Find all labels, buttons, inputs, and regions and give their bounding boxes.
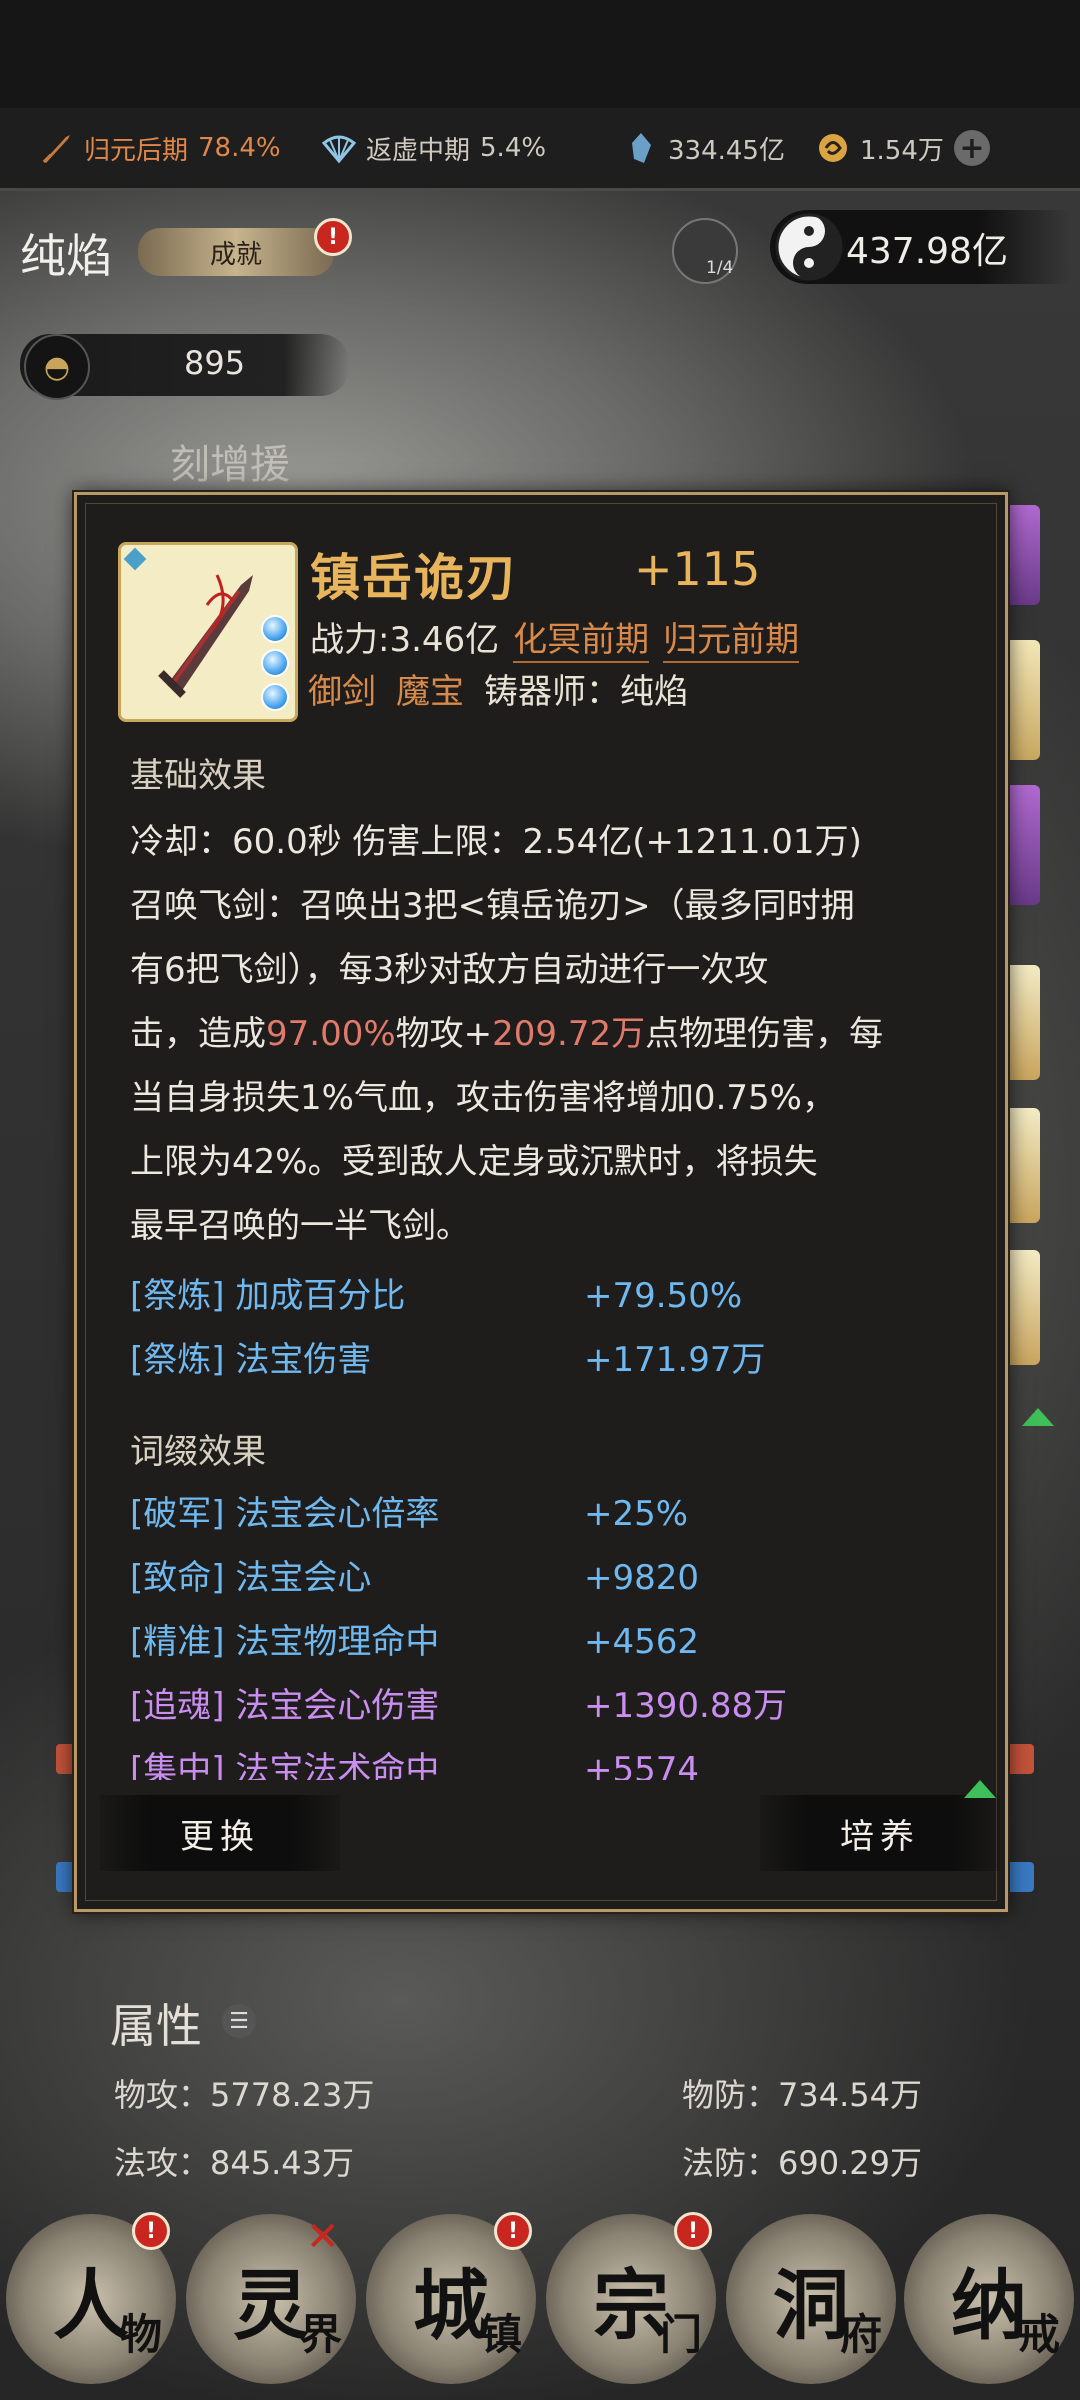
player-name: 纯焰 (20, 229, 112, 283)
desc-line-4: 当自身损失1%气血，攻击伤害将增加0.75%， (130, 1078, 836, 1118)
ling-icon: ◓ (24, 334, 90, 400)
gem-2-icon (261, 649, 289, 677)
crystal-icon (632, 133, 651, 163)
item-icon (118, 542, 298, 722)
item-power-line: 战力:3.46亿 化冥前期 归元前期 (310, 612, 800, 663)
affix-row-1: [破军] 法宝会心倍率 +25% (130, 1494, 689, 1534)
refine-row-1: [祭炼] 加成百分比 +79.50% (130, 1276, 743, 1316)
top-band (0, 0, 1080, 108)
mag-atk: 法攻：845.43万 (114, 2144, 354, 2182)
realm-b: 归元前期 (663, 612, 800, 663)
cultivate-button[interactable]: 培养 (760, 1795, 1000, 1871)
damage-pct: 97.00% (266, 1014, 396, 1054)
gem-3-icon (261, 683, 289, 711)
smith-name: 纯焰 (620, 672, 688, 712)
yinyang-icon[interactable] (774, 212, 844, 282)
currency-value: 1.54万 (860, 135, 944, 166)
cultivate-upgrade-icon (964, 1780, 996, 1798)
gem-1-icon (261, 615, 289, 643)
achievement-button[interactable]: 成就 (138, 228, 334, 276)
spirit-stone[interactable]: 334.45亿 (624, 108, 785, 188)
nav-cave[interactable]: 洞府 (726, 2214, 896, 2384)
fan-icon (322, 135, 356, 164)
item-type-line: 御剑 魔宝 铸器师：纯焰 (308, 664, 688, 713)
yinyang-value: 437.98亿 (846, 231, 1008, 272)
desc-line-1: 召唤飞剑：召唤出3把<镇岳诡刃>（最多同时拥 (130, 886, 855, 926)
smith-label: 铸器师： (484, 672, 620, 712)
nav-sect-alert-icon: ! (674, 2212, 712, 2250)
nav-character-alert-icon: ! (132, 2212, 170, 2250)
affix-row-2: [致命] 法宝会心 +9820 (130, 1558, 700, 1598)
refine-row-2: [祭炼] 法宝伤害 +171.97万 (130, 1340, 766, 1380)
nav-ring[interactable]: 纳戒 (904, 2214, 1074, 2384)
damage-flat: 209.72万 (492, 1014, 646, 1054)
desc-line-2: 有6把飞剑），每3秒对敌方自动进行一次攻 (130, 950, 769, 990)
power-label: 战力: (310, 620, 390, 660)
ling-value: 895 (184, 344, 246, 382)
status-bar: 归元后期 78.4% 返虚中期 5.4% 334.45亿 1.54万 + (0, 108, 1080, 191)
coin-swirl-icon (819, 134, 847, 162)
cultivation-a-pct: 78.4% (198, 133, 281, 163)
desc-line-6: 最早召唤的一半飞剑。 (130, 1206, 470, 1246)
desc-line-3: 击，造成97.00%物攻+209.72万点物理伤害，每 (130, 1014, 884, 1054)
item-name: 镇岳诡刃 (310, 548, 518, 607)
power-value: 3.46亿 (389, 620, 500, 660)
phys-def: 物防：734.54万 (682, 2076, 922, 2114)
cooldown-line: 冷却：60.0秒 伤害上限：2.54亿(+1211.01万) (130, 822, 862, 862)
replace-button[interactable]: 更换 (100, 1795, 340, 1871)
currency[interactable]: 1.54万 + (816, 108, 990, 188)
type-a: 御剑 (308, 672, 376, 712)
affix-section-title: 词缀效果 (130, 1432, 266, 1472)
achievement-alert-icon: ! (314, 218, 352, 256)
affix-row-4: [追魂] 法宝会心伤害 +1390.88万 (130, 1686, 788, 1726)
nav-town-alert-icon: ! (494, 2212, 532, 2250)
affix-row-3: [精准] 法宝物理命中 +4562 (130, 1622, 700, 1662)
affix-row-5-clip: [集中] 法宝法术命中 +5574 (130, 1738, 930, 1780)
item-level: +115 (634, 542, 761, 596)
add-currency-button[interactable]: + (953, 130, 990, 166)
cultivation-b[interactable]: 返虚中期 5.4% (322, 108, 546, 188)
phys-atk: 物攻：5778.23万 (114, 2076, 375, 2114)
attributes-list-icon[interactable]: ☰ (222, 2004, 256, 2038)
sword-icon (42, 135, 70, 163)
mag-def: 法防：690.29万 (682, 2144, 922, 2182)
attributes-title: 属性 (110, 1999, 202, 2053)
gourd-count: 1/4 (706, 258, 734, 278)
type-b: 魔宝 (396, 672, 464, 712)
cultivation-b-pct: 5.4% (480, 133, 547, 163)
affix-row-5: [集中] 法宝法术命中 +5574 (130, 1750, 700, 1780)
nav-spirit-realm-cross-icon: ✕ (306, 2214, 340, 2260)
spirit-stone-value: 334.45亿 (668, 135, 785, 166)
basic-section-title: 基础效果 (130, 756, 266, 796)
realm-a: 化冥前期 (513, 612, 650, 663)
bg-label: 刻增援 (170, 442, 290, 488)
upgrade-arrow-icon (1022, 1408, 1054, 1426)
cultivation-b-label: 返虚中期 (366, 135, 471, 166)
cultivation-a[interactable]: 归元后期 78.4% (40, 108, 281, 188)
basic-description: 冷却：60.0秒 伤害上限：2.54亿(+1211.01万) 召唤飞剑：召唤出3… (130, 810, 960, 1258)
cultivation-a-label: 归元后期 (84, 135, 189, 166)
desc-line-5: 上限为42%。受到敌人定身或沉默时，将损失 (130, 1142, 818, 1182)
